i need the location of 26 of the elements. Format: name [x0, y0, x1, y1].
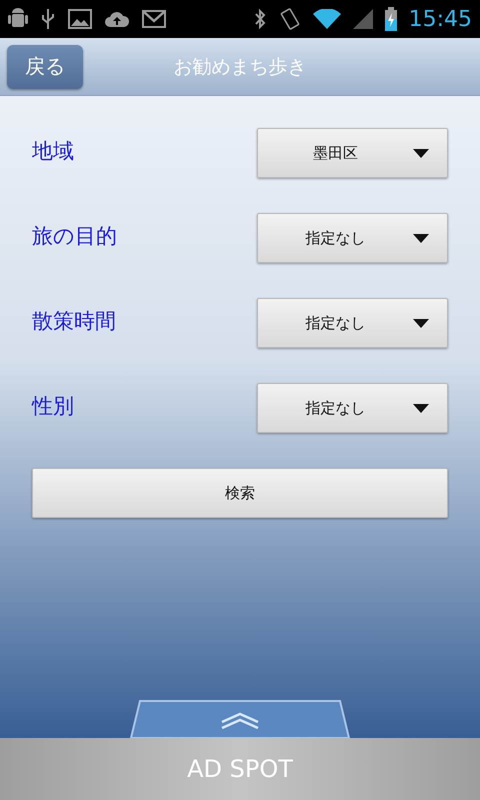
rotation-icon	[278, 8, 301, 30]
cloud-upload-icon	[104, 9, 130, 29]
field-label: 地域	[32, 138, 74, 165]
mail-icon	[142, 10, 166, 28]
screen-title: お勧めまち歩き	[174, 54, 306, 80]
status-time: 15:45	[408, 6, 472, 32]
dropdown[interactable]: 指定なし	[257, 383, 448, 433]
field-label: 散策時間	[32, 308, 116, 335]
search-button[interactable]: 検索	[32, 468, 448, 518]
field-label: 旅の目的	[32, 223, 117, 250]
dropdown-arrow-icon	[413, 148, 429, 158]
dropdown[interactable]: 指定なし	[257, 298, 448, 348]
field-label: 性別	[32, 393, 74, 420]
image-icon	[68, 9, 92, 29]
battery-icon	[384, 7, 397, 31]
bluetooth-icon	[252, 8, 267, 30]
ad-tab-handle[interactable]	[130, 700, 350, 738]
dropdown-arrow-icon	[413, 404, 429, 412]
usb-icon	[40, 7, 56, 31]
wifi-icon	[312, 9, 341, 29]
signal-icon	[352, 9, 373, 29]
dropdown-arrow-icon	[413, 234, 429, 242]
dropdown[interactable]: 指定なし	[257, 213, 448, 263]
dropdown-arrow-icon	[413, 318, 429, 328]
dropdown[interactable]: 墨田区	[257, 128, 448, 178]
back-button[interactable]: 戻る	[7, 44, 83, 88]
